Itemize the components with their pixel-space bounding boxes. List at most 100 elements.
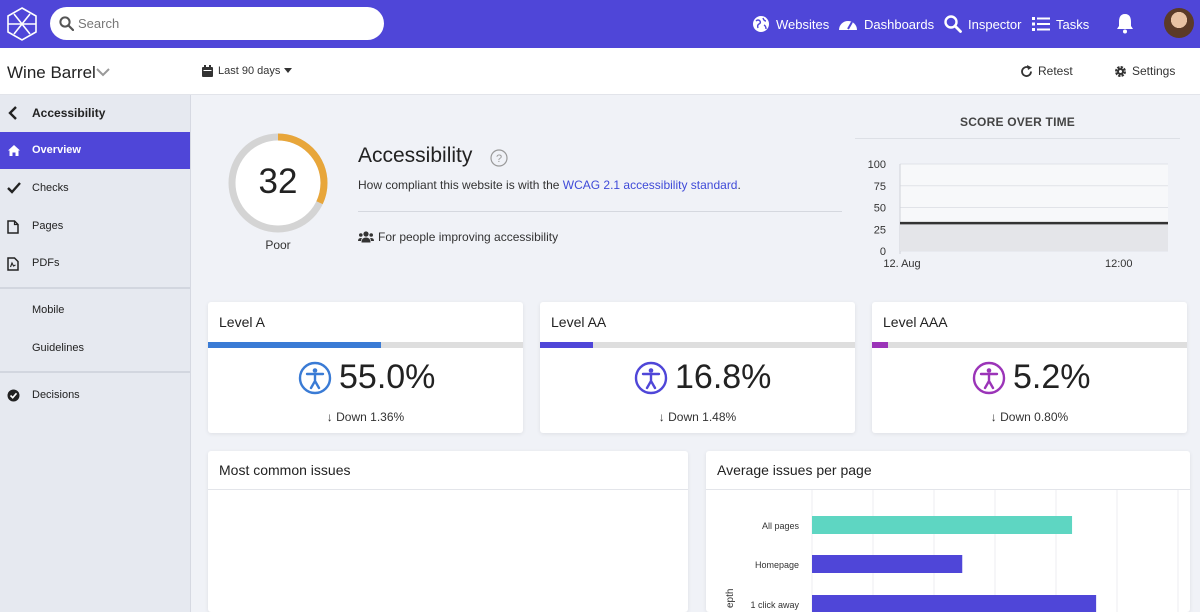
page-icon [7,220,19,234]
level-delta: ↓ Down 1.48% [658,410,737,424]
level-progress-track [208,342,523,348]
sidebar-item-pages[interactable]: Pages [0,208,190,245]
users-icon [358,231,374,243]
level-progress-fill [208,342,382,348]
level-a-card[interactable]: Level A 55.0% ↓ Down 1.36% [208,302,523,433]
category-label: All pages [762,521,800,531]
search-box[interactable] [50,7,384,40]
y-tick-label: 75 [874,181,886,193]
x-tick-label: 12. Aug [883,258,920,270]
sidebar-item-label: Mobile [32,304,65,316]
y-tick-label: 25 [874,224,886,236]
category-label: 1 click away [750,600,799,610]
sidebar-item-pdfs[interactable]: PDFs [0,245,190,282]
retest-label: Retest [1038,64,1073,78]
level-percent: 55.0% [339,358,436,396]
level-delta: ↓ Down 0.80% [990,410,1069,424]
chevron-down-icon[interactable] [96,67,110,77]
home-icon [8,145,20,156]
site-name[interactable]: Wine Barrel [7,63,96,83]
sidebar-item-checks[interactable]: Checks [0,170,190,207]
score-rating: Poor [265,238,291,252]
level-progress-track [540,342,855,348]
list-icon [1032,17,1050,31]
page-description: How compliant this website is with the W… [358,178,741,192]
accessibility-person-icon [298,361,332,394]
level-progress-fill [872,342,889,348]
nav-websites-label: Websites [776,16,830,32]
nav-dashboards[interactable]: Dashboards [838,13,934,35]
level-delta-text: Down 1.48% [668,410,737,424]
level-aa-card[interactable]: Level AA 16.8% ↓ Down 1.48% [540,302,855,433]
refresh-icon [1021,64,1032,77]
bar[interactable] [812,555,963,573]
svg-text:?: ? [496,153,502,165]
nav-inspector-label: Inspector [968,16,1022,32]
sidebar-item-label: PDFs [32,257,60,269]
sidebar: Accessibility Overview Checks Pages PDFs… [0,95,191,612]
level-percent: 5.2% [1013,358,1091,396]
caret-down-icon [284,68,293,73]
score-over-time-divider [855,138,1180,139]
sidebar-item-decisions[interactable]: Decisions [0,377,190,414]
bell-icon[interactable] [1115,12,1135,34]
sidebar-item-guidelines[interactable]: Guidelines [0,330,190,367]
sidebar-divider [0,287,190,289]
accessibility-person-icon [972,361,1006,394]
nav-dashboards-label: Dashboards [864,16,935,32]
sidebar-item-label: Overview [32,144,81,156]
y-tick-label: 50 [874,203,886,215]
retest-button[interactable]: Retest [1020,64,1073,78]
level-progress-track [872,342,1187,348]
app-logo-icon[interactable] [5,6,39,42]
chevron-left-icon [8,106,17,120]
sidebar-divider [0,371,190,373]
nav-tasks[interactable]: Tasks [1032,13,1089,35]
bar[interactable] [812,516,1073,534]
date-range-selector[interactable]: Last 90 days [202,65,293,77]
user-avatar[interactable] [1164,8,1194,38]
magnifier-icon [944,15,962,33]
most-common-issues-panel: Most common issues [208,451,688,612]
bar[interactable] [812,595,1097,612]
y-tick-label: 100 [868,159,886,171]
audience-label: For people improving accessibility [378,230,559,244]
accessibility-person-icon [634,361,668,394]
calendar-icon [202,65,213,77]
level-title: Level A [219,314,265,330]
gear-icon [1115,65,1126,77]
date-range-label: Last 90 days [218,65,281,77]
score-value: 32 [258,162,298,201]
nav-websites[interactable]: Websites [752,13,829,35]
level-delta-text: Down 0.80% [1000,410,1069,424]
level-title: Level AA [551,314,607,330]
audience-note: For people improving accessibility [358,230,558,244]
sidebar-item-overview[interactable]: Overview [0,132,190,169]
help-icon[interactable]: ? [490,149,508,167]
sidebar-back-link[interactable]: Accessibility [0,95,190,132]
dashboard-gauge-icon [839,21,857,30]
settings-button[interactable]: Settings [1114,64,1175,78]
level-value: 55.0% [298,358,435,397]
sidebar-item-label: Checks [32,182,69,194]
sidebar-item-mobile[interactable]: Mobile [0,292,190,329]
level-progress-fill [540,342,593,348]
description-text: How compliant this website is with the [358,178,563,192]
panel-title: Average issues per page [717,462,872,478]
average-issues-chart: All pages Homepage 1 click away epth [725,490,1179,612]
x-tick-label: 12:00 [1105,258,1133,270]
hero-divider [358,211,842,212]
level-value: 16.8% [634,358,771,397]
wcag-standard-link[interactable]: WCAG 2.1 accessibility standard [563,178,738,192]
check-circle-icon [7,389,20,402]
search-input[interactable] [78,13,368,33]
site-header: Wine Barrel Last 90 days Retest Settings [0,48,1200,95]
level-aaa-card[interactable]: Level AAA 5.2% ↓ Down 0.80% [872,302,1187,433]
description-suffix: . [737,178,741,192]
top-navigation-bar: Websites Dashboards Inspector Tasks [0,0,1200,48]
checkmark-icon [7,182,21,194]
level-title: Level AAA [883,314,948,330]
globe-icon [753,16,769,32]
nav-inspector[interactable]: Inspector [944,13,1021,35]
y-axis-label: epth [725,589,736,608]
